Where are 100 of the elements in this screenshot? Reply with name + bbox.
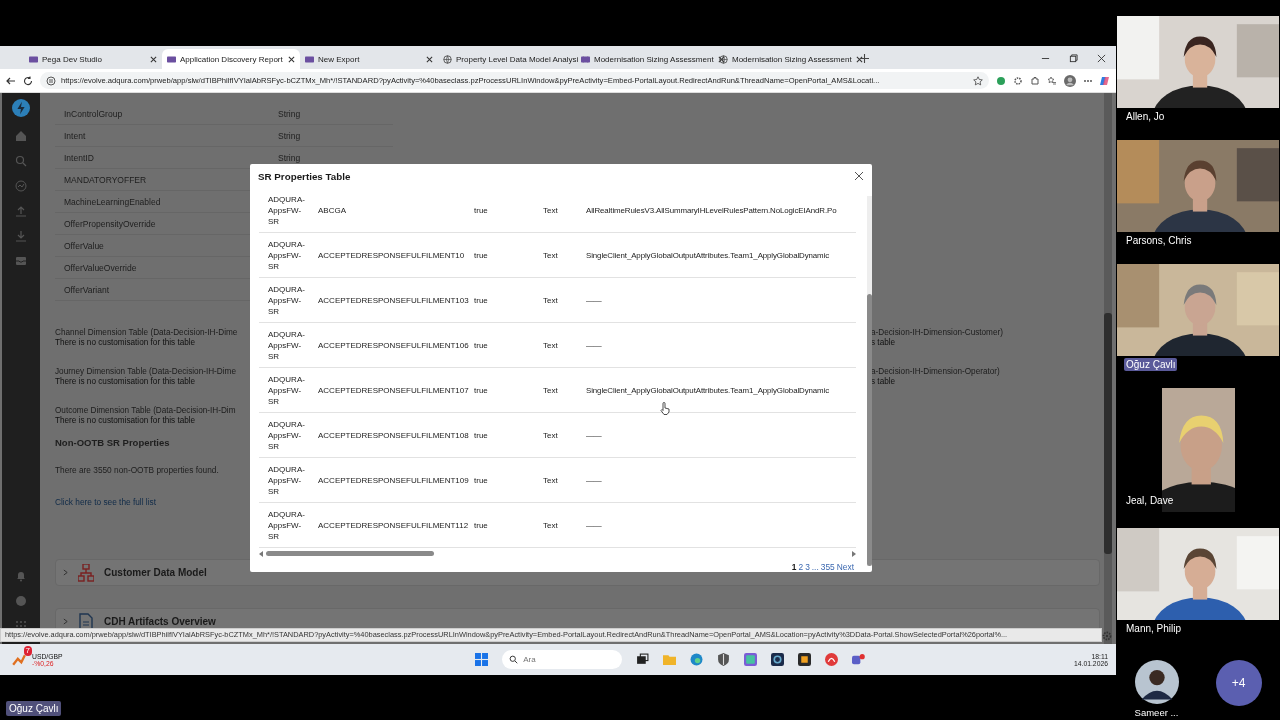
favorites-icon[interactable] [1047,75,1057,86]
property-name: MANDATORYOFFER [64,174,147,185]
close-icon[interactable] [854,171,864,181]
search-icon[interactable] [15,155,27,167]
table-cell-text: true [474,250,489,260]
copilot-icon[interactable] [1100,75,1110,86]
gear-icon[interactable] [1013,75,1023,86]
participant-name: Jeal, Dave [1125,494,1175,507]
table-cell-text: ACCEPTEDRESPONSEFULFILMENT109 [318,475,470,485]
next-link[interactable]: Next [836,562,854,572]
property-name: Intent [64,130,86,141]
search-field[interactable]: Ara [502,650,623,669]
property-name: InControlGroup [64,108,123,119]
table-cell-text: ACCEPTEDRESPONSEFULFILMENT10 [318,250,466,260]
property-type: String [278,108,301,119]
close-icon[interactable] [717,55,725,63]
table-cell-text: Text [543,385,559,395]
browser-tab[interactable]: New Export [300,49,438,69]
section-note: There is no customisation for this table [55,416,196,425]
document-icon [78,612,94,631]
table-cell-text: ADQURA-AppsFW-SR [268,373,306,407]
participant-name: Parsons, Chris [1125,234,1193,247]
globe-icon [719,54,728,64]
page-link[interactable]: 2 [798,562,804,572]
horizontal-scrollbar[interactable] [259,549,856,558]
chevron-icon [63,569,68,576]
windows-logo-icon[interactable] [475,653,489,666]
property-type: String [278,130,301,141]
table-cell-text: ABCGA [318,205,347,215]
home-icon[interactable] [15,130,27,142]
logo-icon [305,54,314,64]
table-cell-text: Text [543,295,559,305]
section-title: a-Decision-IH-Dimension-Customer) [871,328,1003,337]
close-icon[interactable] [288,55,295,63]
chevron-icon [63,618,68,625]
close-icon[interactable] [426,55,433,63]
table-cell-text: ACCEPTEDRESPONSEFULFILMENT108 [318,430,470,440]
table-cell-text: Text [543,475,559,485]
logo-icon [581,54,590,64]
avatar[interactable] [1134,660,1179,704]
star-icon[interactable] [973,75,983,86]
logo-icon [29,54,38,64]
table-cell-text: Text [543,520,559,530]
page-link[interactable]: 1 [791,562,797,572]
table-cell-text: ACCEPTEDRESPONSEFULFILMENT103 [318,295,470,305]
section-title: Journey Dimension Table (Data-Decision-IH-Dime [55,367,236,376]
teams-icon[interactable] [852,653,866,666]
page-link[interactable]: 355 [820,562,835,572]
presenter-label: Oğuz Çavlı [6,701,62,716]
close-icon[interactable] [150,55,157,63]
table-cell-text: true [474,295,489,305]
summary-text: There are 3550 non-OOTB properties found. [55,465,219,475]
browser-icon[interactable] [690,653,704,666]
chart-icon[interactable] [15,180,27,192]
property-name: OfferPropensityOverride [64,218,156,229]
app-icon[interactable] [771,653,785,666]
new-tab-icon[interactable] [860,54,869,63]
back-icon[interactable] [6,75,16,86]
table-cell-text: ACCEPTEDRESPONSEFULFILMENT107 [318,385,470,395]
page-link[interactable]: 3 [805,562,810,572]
profile-avatar[interactable] [1064,74,1076,87]
table-cell-text: ADQURA-AppsFW-SR [268,238,306,272]
lightning-logo-icon[interactable] [12,99,30,117]
gear-icon[interactable] [1101,630,1113,642]
restore-icon[interactable] [1069,54,1078,63]
table-cell-text: true [474,205,489,215]
scrollbar[interactable] [1104,93,1112,644]
download-icon[interactable] [15,230,27,242]
shield-icon[interactable] [717,653,731,666]
upload-icon[interactable] [15,205,27,217]
refresh-icon[interactable] [23,75,33,86]
page-ellipsis: ... [811,562,819,572]
table-cell-text: true [474,520,489,530]
table-cell-text: Text [543,430,559,440]
dialog-title: SR Properties Table [258,170,351,182]
site-info-icon [46,75,56,86]
hierarchy-icon [78,563,94,582]
hand-cursor-icon [660,402,670,415]
task-view-icon[interactable] [636,653,650,666]
close-icon[interactable] [1097,54,1106,63]
browser-tab[interactable]: Modernisation Sizing Assessment [714,49,852,69]
user-icon[interactable] [15,595,27,607]
vertical-scrollbar[interactable] [867,196,872,566]
table-cell-text: true [474,385,489,395]
bell-icon[interactable] [15,570,27,582]
chart-icon [12,652,26,667]
property-name: OfferValue [64,240,104,251]
app-icon[interactable] [798,653,812,666]
table-cell-text: ADQURA-AppsFW-SR [268,463,306,497]
participant-name: Mann, Philip [1125,622,1183,635]
browser-tab[interactable]: Pega Dev Studio [24,49,162,69]
scroll-left-icon[interactable] [259,550,263,557]
search-icon [509,655,519,664]
inbox-icon[interactable] [15,255,27,267]
table-cell-text: ADQURA-AppsFW-SR [268,193,306,227]
scroll-right-icon[interactable] [852,550,856,557]
more-participants-button[interactable]: +4 [1215,660,1262,706]
browser-tab[interactable]: Modernisation Sizing Assessment [576,49,714,69]
browser-tab[interactable]: Application Discovery Report [162,49,300,69]
close-icon[interactable] [855,55,863,63]
